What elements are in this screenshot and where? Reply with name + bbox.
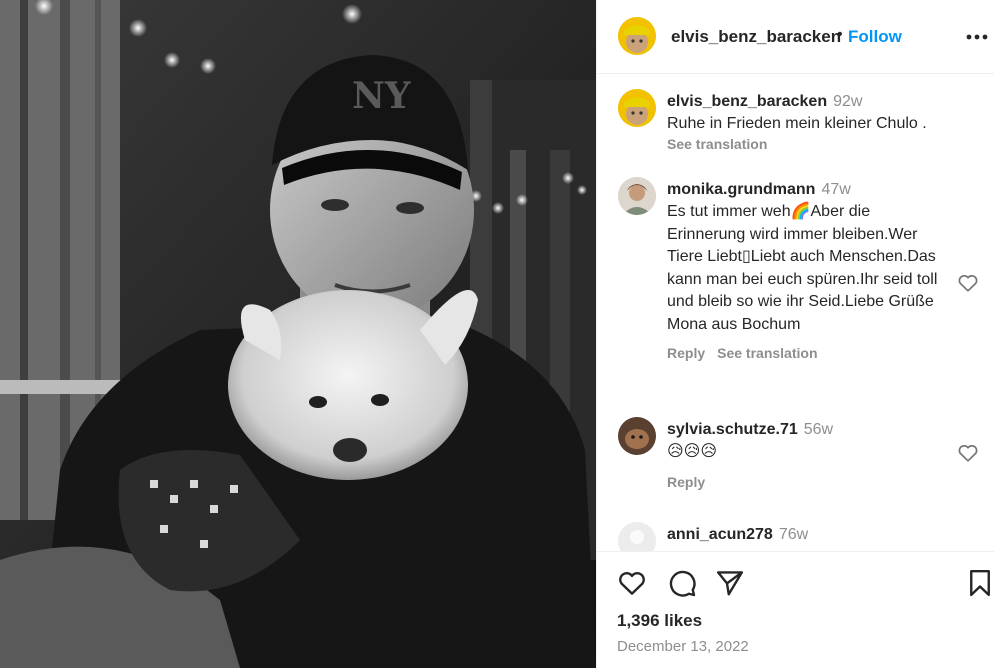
separator-dot: • bbox=[837, 26, 843, 43]
post-date[interactable]: December 13, 2022 bbox=[617, 638, 749, 655]
comment-time: 47w bbox=[821, 181, 851, 198]
comment-avatar[interactable] bbox=[618, 177, 656, 215]
comment-text: 😥😥😥 bbox=[667, 443, 718, 460]
share-icon[interactable] bbox=[715, 568, 745, 598]
comment-text: Es tut immer weh🌈Aber die Erinnerung wir… bbox=[667, 203, 938, 333]
comment-icon[interactable] bbox=[667, 568, 697, 598]
post-header: elvis_benz_baracken • Follow bbox=[597, 0, 994, 74]
follow-button[interactable]: Follow bbox=[848, 27, 902, 47]
post-image: NY bbox=[0, 0, 596, 668]
comment-username[interactable]: anni_acun278 bbox=[667, 526, 773, 543]
post-actions: 1,396 likes December 13, 2022 bbox=[597, 551, 994, 668]
likes-count[interactable]: 1,396 likes bbox=[617, 611, 702, 631]
caption-avatar[interactable] bbox=[618, 89, 656, 127]
heart-icon[interactable] bbox=[617, 568, 647, 598]
comment-avatar[interactable] bbox=[618, 417, 656, 455]
comment-like-icon[interactable] bbox=[957, 442, 979, 464]
post-photo[interactable]: NY bbox=[0, 0, 596, 668]
reply-link[interactable]: Reply bbox=[667, 474, 705, 490]
comment-text: Ruhe in Frieden mein kleiner Chulo . bbox=[667, 115, 927, 132]
post-sidebar: elvis_benz_baracken • Follow elvis_benz_… bbox=[596, 0, 994, 668]
comment-time: 76w bbox=[778, 526, 809, 543]
see-translation-link[interactable]: See translation bbox=[717, 345, 817, 361]
comment-like-icon[interactable] bbox=[957, 272, 979, 294]
comment-username[interactable]: monika.grundmann bbox=[667, 181, 815, 198]
author-avatar[interactable] bbox=[618, 17, 656, 55]
svg-text:NY: NY bbox=[352, 75, 412, 117]
reply-link[interactable]: Reply bbox=[667, 345, 705, 361]
author-username[interactable]: elvis_benz_baracken bbox=[671, 27, 841, 47]
comment-time: 56w bbox=[803, 421, 834, 438]
more-options-icon[interactable] bbox=[965, 27, 989, 47]
comment-avatar[interactable] bbox=[618, 522, 656, 551]
comment-username[interactable]: sylvia.schutze.71 bbox=[667, 421, 798, 438]
bookmark-icon[interactable] bbox=[965, 568, 994, 598]
comments-list[interactable]: elvis_benz_baracken 92w Ruhe in Frieden m… bbox=[597, 75, 994, 551]
comment-username[interactable]: elvis_benz_baracken bbox=[667, 93, 827, 110]
see-translation-link[interactable]: See translation bbox=[667, 136, 767, 152]
comment-time: 92w bbox=[833, 93, 863, 110]
